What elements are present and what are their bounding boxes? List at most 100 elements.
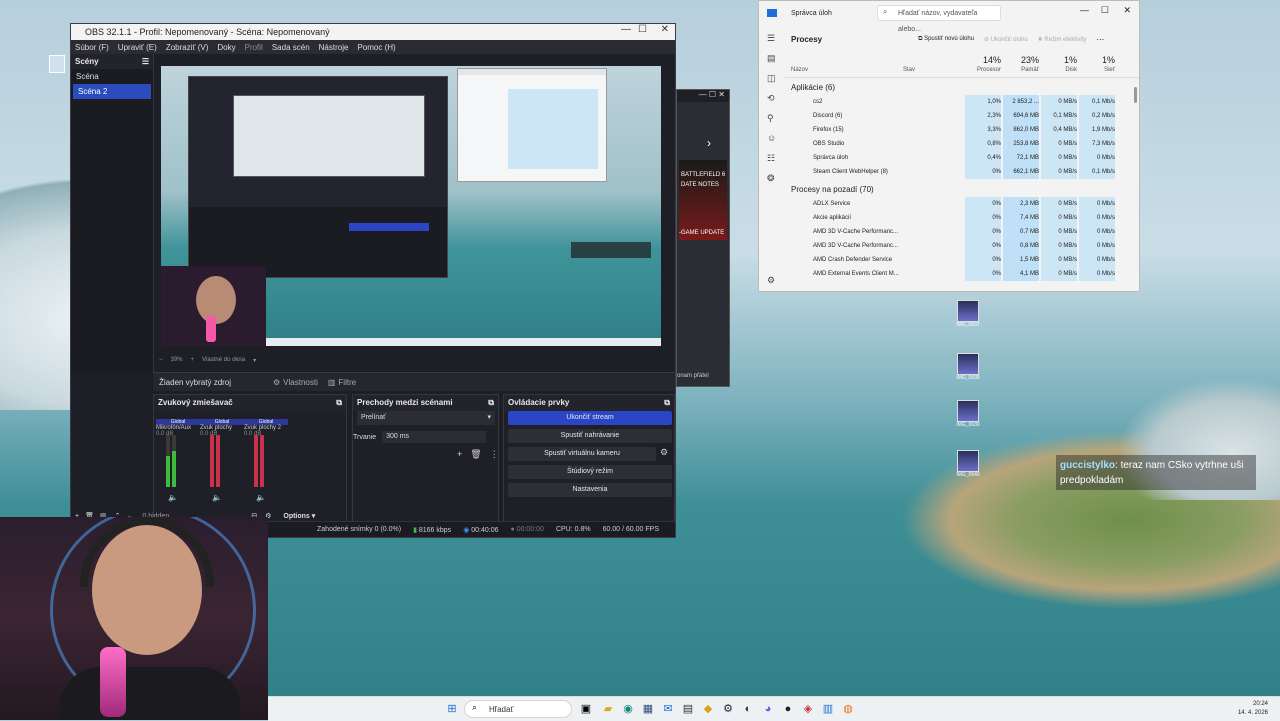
stop-stream-button[interactable]: Ukončiť stream <box>508 411 672 425</box>
news-image[interactable]: BATTLEFIELD 6 DATE NOTES <box>679 160 727 240</box>
store-icon[interactable]: ▦ <box>640 701 656 717</box>
search-input[interactable]: Hľadať názov, vydavateľa alebo... <box>877 5 1001 33</box>
processes-icon[interactable]: ▤ <box>767 53 776 64</box>
dock-undock-icon[interactable]: ⧉ <box>488 398 494 408</box>
taskbar-search[interactable]: Hľadať <box>464 700 572 718</box>
desktop-icon-img-2[interactable]: IMG_0638 <box>955 353 981 381</box>
add-icon[interactable]: + <box>457 449 462 460</box>
app-icon-4[interactable]: ◈ <box>800 701 816 717</box>
scene-item-1[interactable]: Scéna <box>71 69 153 84</box>
studio-mode-button[interactable]: Štúdiový režim <box>508 465 672 479</box>
maximize-icon[interactable]: ☐ <box>1101 5 1109 16</box>
properties-button[interactable]: ⚙ Vlastnosti <box>273 378 318 387</box>
services-icon[interactable]: ❂ <box>767 173 775 184</box>
recycle-bin-icon[interactable] <box>48 55 66 83</box>
process-row[interactable]: Správca úloh 0,4% 72,1 MB 0 MB/s 0 Mb/s <box>785 151 1139 165</box>
scrollbar[interactable] <box>1134 87 1137 103</box>
transition-select[interactable]: Prelínať ▾ <box>357 411 495 425</box>
col-network[interactable]: Sieť <box>1079 67 1115 73</box>
col-disk[interactable]: Disk <box>1041 67 1077 73</box>
process-row[interactable]: ADLX Service 0% 2,3 MB 0 MB/s 0 Mb/s <box>785 197 1139 211</box>
close-icon[interactable]: ✕ <box>661 24 669 35</box>
zoom-plus-icon[interactable]: + <box>191 357 195 364</box>
start-virtual-camera-button[interactable]: Spustiť virtuálnu kameru <box>508 447 656 461</box>
app-icon[interactable]: ▤ <box>680 701 696 717</box>
background-window[interactable]: — ☐ ✕ › BATTLEFIELD 6 DATE NOTES -GAME U… <box>676 89 730 387</box>
process-row[interactable]: Akcie aplikácií 0% 7,4 MB 0 MB/s 0 Mb/s <box>785 211 1139 225</box>
more-icon[interactable]: ⋮ <box>490 449 499 460</box>
clock[interactable]: 20:24 14. 4. 2026 <box>1238 700 1268 718</box>
settings-icon[interactable]: ⚙ <box>767 275 775 286</box>
performance-icon[interactable]: ◫ <box>767 73 776 84</box>
more-icon[interactable]: ⋯ <box>1096 35 1104 44</box>
mail-icon[interactable]: ✉ <box>660 701 676 717</box>
menu-scene-collection[interactable]: Sada scén <box>272 43 310 52</box>
desktop-icon-img-4[interactable]: IMG_0640 <box>955 450 981 478</box>
panel-menu-icon[interactable]: ☰ <box>142 57 149 66</box>
app-icon-2[interactable]: ◆ <box>700 701 716 717</box>
process-row[interactable]: AMD Crash Defender Service 0% 1,5 MB 0 MB/s… <box>785 253 1139 267</box>
process-row[interactable]: Firefox (15) 3,3% 862,0 MB 0,4 MB/s 1,9 Mb/s <box>785 123 1139 137</box>
minimize-icon[interactable]: — <box>621 24 631 35</box>
duration-input[interactable]: 300 ms <box>382 431 487 443</box>
scene-item-2[interactable]: Scéna 2 <box>73 84 151 99</box>
obs-icon[interactable]: ● <box>780 701 796 717</box>
desktop-icon-img-1[interactable]: IMG_0637 <box>955 300 981 328</box>
start-icon[interactable]: ⊞ <box>444 701 460 717</box>
speaker-icon[interactable]: 🔈 <box>212 493 222 502</box>
menu-help[interactable]: Pomoc (H) <box>357 43 395 52</box>
zoom-mode[interactable]: Vlastné do okna <box>202 357 245 364</box>
menu-profile[interactable]: Profil <box>245 43 263 52</box>
close-icon[interactable]: ✕ <box>1123 5 1131 16</box>
dock-undock-icon[interactable]: ⧉ <box>664 398 670 408</box>
menu-view[interactable]: Zobraziť (V) <box>166 43 209 52</box>
process-row[interactable]: Discord (6) 2,3% 694,6 MB 0,1 MB/s 0,2 Mb/s <box>785 109 1139 123</box>
run-new-task-button[interactable]: ⧉ Spustiť novú úlohu <box>918 36 974 43</box>
start-recording-button[interactable]: Spustiť nahrávanie <box>508 429 672 443</box>
zoom-value[interactable]: 39% <box>171 357 183 364</box>
history-icon[interactable]: ⟲ <box>767 93 775 104</box>
menu-docks[interactable]: Doky <box>217 43 235 52</box>
menu-tools[interactable]: Nástroje <box>319 43 349 52</box>
process-row[interactable]: Steam Client WebHelper (8) 0% 662,1 MB 0 MB… <box>785 165 1139 179</box>
process-row[interactable]: AMD 3D V-Cache Performanc... 0% 0,7 MB 0 MB… <box>785 225 1139 239</box>
hamburger-icon[interactable]: ☰ <box>767 33 775 44</box>
process-row[interactable]: cs2 1,0% 2 853,2 ... 0 MB/s 0,1 Mb/s <box>785 95 1139 109</box>
col-status[interactable]: Stav <box>903 67 915 73</box>
end-task-button[interactable]: ⊘ Ukončiť úlohu <box>984 36 1028 43</box>
zoom-minus-icon[interactable]: − <box>159 357 163 364</box>
efficiency-mode-button[interactable]: ❦ Režim efektivity <box>1038 36 1087 43</box>
app-icon-3[interactable]: ◐ <box>740 701 756 717</box>
process-row[interactable]: AMD External Events Client M... 0% 4,1 MB 0… <box>785 267 1139 281</box>
col-cpu[interactable]: Procesor <box>965 67 1001 73</box>
obs-preview[interactable] <box>161 66 661 346</box>
menu-file[interactable]: Súbor (F) <box>75 43 109 52</box>
details-icon[interactable]: ☷ <box>767 153 775 164</box>
desktop-icon-img-3[interactable]: IMG_0639 <box>955 400 981 428</box>
users-icon[interactable]: ☺ <box>767 133 776 143</box>
speaker-icon[interactable]: 🔈 <box>168 493 178 502</box>
task-manager-taskbar-icon[interactable]: ▥ <box>820 701 836 717</box>
maximize-icon[interactable]: ☐ <box>638 24 647 35</box>
speaker-icon[interactable]: 🔈 <box>256 493 266 502</box>
col-memory[interactable]: Pamäť <box>1003 67 1039 73</box>
discord-icon[interactable]: ◕ <box>760 701 776 717</box>
task-view-icon[interactable]: ▣ <box>578 701 594 717</box>
options-button[interactable]: Options ▾ <box>283 512 315 520</box>
settings-button[interactable]: Nastavenia <box>508 483 672 497</box>
window-controls[interactable]: — ☐ ✕ <box>677 90 729 102</box>
chevron-down-icon[interactable]: ▾ <box>253 357 256 364</box>
firefox-icon[interactable]: ◍ <box>840 701 856 717</box>
group-apps[interactable]: Aplikácie (6) <box>785 81 1139 95</box>
steam-icon[interactable]: ⚙ <box>720 701 736 717</box>
trash-icon[interactable]: 🗑 <box>470 449 481 460</box>
menu-edit[interactable]: Upraviť (E) <box>118 43 157 52</box>
startup-icon[interactable]: ⚲ <box>767 113 774 124</box>
chevron-right-icon[interactable]: › <box>707 136 711 150</box>
group-background[interactable]: Procesy na pozadí (70) <box>785 183 1139 197</box>
minimize-icon[interactable]: — <box>1080 5 1089 15</box>
process-row[interactable]: AMD 3D V-Cache Performanc... 0% 0,8 MB 0 MB… <box>785 239 1139 253</box>
col-name[interactable]: Názov <box>791 67 808 73</box>
file-explorer-icon[interactable]: ▰ <box>600 701 616 717</box>
process-row[interactable]: OBS Studio 0,8% 253,8 MB 0 MB/s 7,3 Mb/s <box>785 137 1139 151</box>
